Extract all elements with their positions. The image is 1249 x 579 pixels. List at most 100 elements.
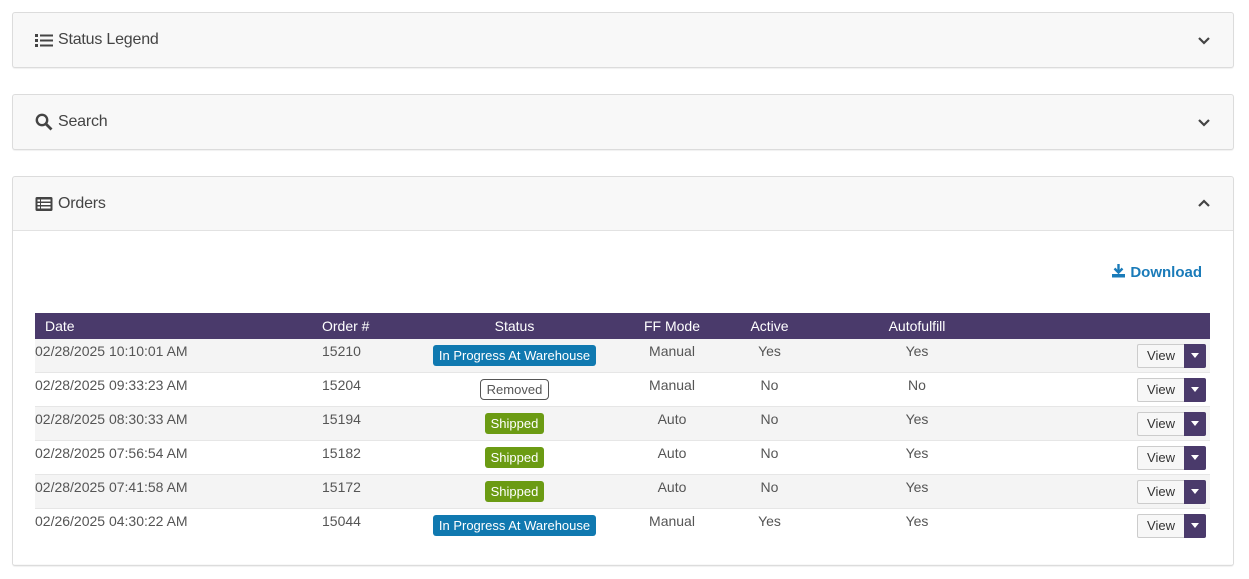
orders-body: Download Date Order # Status FF Mode Act… (13, 231, 1233, 564)
cell-actions: View (1012, 509, 1210, 543)
cell-date: 02/28/2025 07:56:54 AM (35, 440, 322, 475)
table-row: 02/28/2025 09:33:23 AM 15204 Removed Manual… (35, 372, 1210, 407)
cell-autofulfill: Yes (822, 474, 1012, 509)
status-badge: Shipped (484, 447, 545, 468)
cell-status: Shipped (402, 406, 627, 441)
dropdown-toggle[interactable] (1184, 445, 1206, 470)
col-actions (1012, 313, 1210, 339)
dropdown-toggle[interactable] (1184, 343, 1206, 368)
status-badge: Shipped (484, 481, 545, 502)
view-button-group: View (1137, 445, 1206, 470)
caret-down-icon (1191, 387, 1199, 392)
caret-down-icon (1191, 353, 1199, 358)
table-row: 02/28/2025 07:56:54 AM 15182 Shipped Auto No… (35, 440, 1210, 475)
dropdown-toggle[interactable] (1184, 479, 1206, 504)
cell-order: 15172 (322, 474, 402, 509)
cell-order: 15210 (322, 339, 402, 373)
chevron-down-icon[interactable] (1197, 115, 1211, 129)
view-button[interactable]: View (1137, 513, 1184, 538)
orders-table: Date Order # Status FF Mode Active Autof… (35, 313, 1210, 542)
cell-actions: View (1012, 372, 1210, 407)
cell-active: No (717, 440, 822, 475)
cell-autofulfill: Yes (822, 406, 1012, 441)
cell-ff-mode: Auto (627, 474, 717, 509)
cell-order: 15194 (322, 406, 402, 441)
cell-ff-mode: Manual (627, 339, 717, 373)
cell-order: 15182 (322, 440, 402, 475)
caret-down-icon (1191, 523, 1199, 528)
status-legend-panel: Status Legend (12, 12, 1234, 68)
cell-active: Yes (758, 512, 781, 529)
cell-order: 15044 (322, 512, 361, 529)
dropdown-toggle[interactable] (1184, 377, 1206, 402)
cell-actions: View (1012, 406, 1210, 441)
cell-autofulfill: Yes (822, 440, 1012, 475)
caret-down-icon (1191, 421, 1199, 426)
col-autofulfill[interactable]: Autofulfill (822, 313, 1012, 339)
chevron-up-icon[interactable] (1197, 197, 1211, 211)
view-button-group: View (1137, 377, 1206, 402)
table-row: 02/26/2025 04:30:22 AM 15044 In Progress A… (35, 508, 1210, 543)
status-badge: Shipped (484, 413, 545, 434)
table-row: 02/28/2025 10:10:01 AM 15210 In Progress A… (35, 339, 1210, 373)
table-header-row: Date Order # Status FF Mode Active Autof… (35, 313, 1210, 339)
cell-actions: View (1012, 339, 1210, 373)
status-badge: In Progress At Warehouse (432, 515, 597, 536)
cell-ff-mode: Auto (627, 406, 717, 441)
orders-title: Orders (58, 194, 106, 212)
cell-status: In Progress At Warehouse (402, 339, 627, 373)
view-button-group: View (1137, 479, 1206, 504)
cell-active: No (717, 406, 822, 441)
col-ff-mode[interactable]: FF Mode (627, 313, 717, 339)
cell-order: 15204 (322, 372, 402, 407)
cell-ff-mode: Manual (627, 372, 717, 407)
cell-active: Yes (717, 339, 822, 373)
col-order[interactable]: Order # (322, 313, 402, 339)
view-button[interactable]: View (1137, 343, 1184, 368)
cell-status: In Progress At Warehouse (402, 509, 627, 543)
cell-ff-mode: Manual (649, 512, 695, 529)
table-row: 02/28/2025 08:30:33 AM 15194 Shipped Auto No… (35, 406, 1210, 441)
download-link[interactable]: Download (1111, 263, 1202, 282)
status-legend-title: Status Legend (58, 30, 159, 48)
search-header[interactable]: Search (13, 95, 1233, 148)
orders-header[interactable]: Orders (13, 177, 1233, 231)
download-label: Download (1130, 264, 1202, 281)
view-button[interactable]: View (1137, 377, 1184, 402)
col-active[interactable]: Active (717, 313, 822, 339)
cell-ff-mode: Auto (627, 440, 717, 475)
list-icon (35, 32, 55, 48)
status-badge: Removed (479, 379, 550, 400)
caret-down-icon (1191, 489, 1199, 494)
col-date[interactable]: Date (35, 313, 322, 339)
cell-date: 02/26/2025 04:30:22 AM (35, 512, 188, 529)
cell-actions: View (1012, 474, 1210, 509)
cell-status: Removed (402, 372, 627, 407)
cell-active: No (717, 372, 822, 407)
dropdown-toggle[interactable] (1184, 513, 1206, 538)
caret-down-icon (1191, 455, 1199, 460)
search-icon (35, 113, 55, 131)
search-panel: Search (12, 94, 1234, 150)
status-badge: In Progress At Warehouse (432, 345, 597, 366)
cell-actions: View (1012, 440, 1210, 475)
dropdown-toggle[interactable] (1184, 411, 1206, 436)
view-button[interactable]: View (1137, 411, 1184, 436)
orders-panel: Orders Download Date Order # Status FF M… (12, 176, 1234, 566)
col-status[interactable]: Status (402, 313, 627, 339)
cell-autofulfill: No (822, 372, 1012, 407)
search-title: Search (58, 112, 108, 130)
view-button-group: View (1137, 513, 1206, 538)
cell-date: 02/28/2025 07:41:58 AM (35, 474, 322, 509)
table-row: 02/28/2025 07:41:58 AM 15172 Shipped Auto No… (35, 474, 1210, 509)
cell-date: 02/28/2025 09:33:23 AM (35, 372, 322, 407)
chevron-down-icon[interactable] (1197, 33, 1211, 47)
view-button[interactable]: View (1137, 479, 1184, 504)
cell-active: No (717, 474, 822, 509)
cell-status: Shipped (402, 440, 627, 475)
cell-autofulfill: Yes (822, 339, 1012, 373)
view-button[interactable]: View (1137, 445, 1184, 470)
download-icon (1111, 263, 1126, 282)
cell-status: Shipped (402, 474, 627, 509)
status-legend-header[interactable]: Status Legend (13, 13, 1233, 66)
